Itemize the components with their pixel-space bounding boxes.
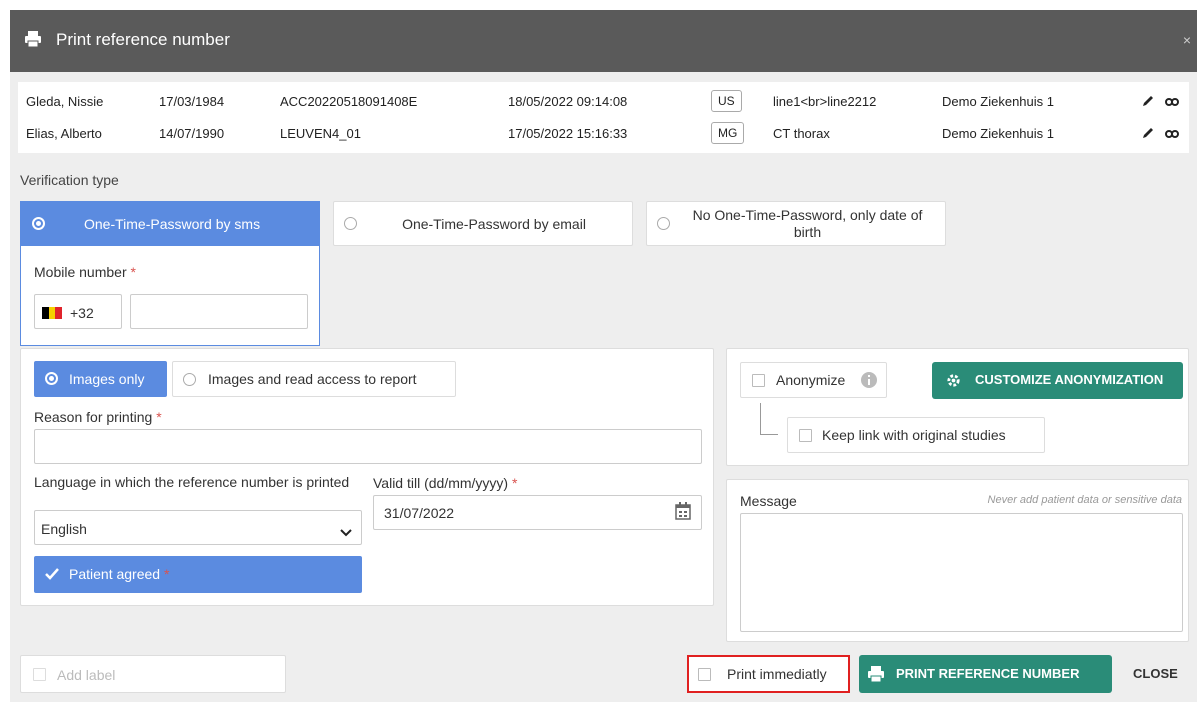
patient-name: Elias, Alberto [26, 126, 102, 141]
table-row: Gleda, Nissie 17/03/1984 ACC202205180914… [18, 87, 1189, 117]
study-description: CT thorax [773, 126, 830, 141]
modality-badge: MG [711, 122, 745, 144]
message-panel: Message Never add patient data or sensit… [726, 479, 1189, 642]
radio-unselected-icon[interactable] [344, 217, 357, 230]
valid-till-input[interactable]: 31/07/2022 [373, 495, 702, 530]
anonymization-panel: Anonymize CUSTOMIZE ANONYMIZATION Keep l… [726, 348, 1189, 466]
calendar-icon[interactable] [675, 502, 691, 523]
valid-till-value: 31/07/2022 [384, 505, 455, 521]
mobile-number-text: Mobile number [34, 264, 127, 280]
study-datetime: 17/05/2022 15:16:33 [508, 126, 628, 141]
required-mark: * [156, 409, 162, 425]
print-reference-number-label: PRINT REFERENCE NUMBER [896, 666, 1080, 681]
dialog-title: Print reference number [56, 30, 230, 49]
patient-dob: 17/03/1984 [159, 94, 225, 109]
institution: Demo Ziekenhuis 1 [942, 94, 1054, 109]
radio-unselected-icon[interactable] [657, 217, 670, 230]
patient-agreed-text: Patient agreed [69, 566, 161, 582]
no-otp-label: No One-Time-Password, only date of birth [692, 207, 923, 240]
images-and-report-option[interactable]: Images and read access to report [172, 361, 456, 397]
institution: Demo Ziekenhuis 1 [942, 126, 1054, 141]
required-mark: * [130, 264, 136, 280]
check-icon [45, 567, 59, 583]
anonymize-label: Anonymize [776, 372, 846, 388]
info-icon[interactable] [861, 372, 877, 391]
patient-agreed-toggle[interactable]: Patient agreed * [34, 556, 362, 593]
print-reference-number-button[interactable]: PRINT REFERENCE NUMBER [859, 655, 1112, 693]
belgium-flag-icon [42, 306, 62, 319]
tree-connector [760, 403, 778, 435]
print-immediately-label: Print immediatly [727, 666, 827, 682]
table-row: Elias, Alberto 14/07/1990 LEUVEN4_01 17/… [18, 119, 1189, 149]
keep-link-checkbox[interactable] [799, 429, 812, 442]
images-only-option[interactable]: Images only [34, 361, 167, 397]
dialog-titlebar: Print reference number × [10, 10, 1197, 72]
close-button[interactable]: CLOSE [1133, 666, 1178, 681]
close-icon[interactable]: × [1183, 32, 1191, 48]
valid-till-label: Valid till (dd/mm/yyyy) * [373, 475, 517, 491]
otp-email-label: One-Time-Password by email [402, 216, 586, 232]
accession-number: LEUVEN4_01 [280, 126, 361, 141]
otp-sms-card: One-Time-Password by sms Mobile number *… [20, 201, 320, 346]
reason-label: Reason for printing * [34, 409, 162, 425]
modality-badge: US [711, 90, 742, 112]
message-textarea[interactable] [740, 513, 1183, 632]
study-description: line1<br>line2212 [773, 94, 877, 109]
mobile-number-label: Mobile number * [34, 264, 136, 280]
patient-agreed-label: Patient agreed * [69, 566, 169, 582]
print-reference-dialog: Print reference number × Gleda, Nissie 1… [10, 10, 1197, 702]
chevron-down-icon [340, 524, 352, 540]
otp-sms-label: One-Time-Password by sms [84, 216, 261, 232]
gear-icon [946, 373, 961, 391]
language-select[interactable]: English [34, 510, 362, 545]
link-icon[interactable] [1164, 126, 1180, 143]
reason-input[interactable] [34, 429, 702, 464]
print-immediately-checkbox[interactable] [698, 668, 711, 681]
pencil-icon[interactable] [1141, 94, 1155, 111]
print-immediately-option[interactable]: Print immediatly [687, 655, 850, 693]
customize-anonymization-label: CUSTOMIZE ANONYMIZATION [975, 372, 1164, 387]
valid-till-text: Valid till (dd/mm/yyyy) [373, 475, 509, 491]
reason-text: Reason for printing [34, 409, 153, 425]
add-label-input[interactable]: Add label [20, 655, 286, 693]
accession-number: ACC20220518091408E [280, 94, 418, 109]
required-mark: * [163, 566, 170, 582]
radio-selected-icon[interactable] [32, 217, 45, 230]
keep-link-label: Keep link with original studies [822, 427, 1006, 443]
link-icon[interactable] [1164, 94, 1180, 111]
pencil-icon[interactable] [1141, 126, 1155, 143]
message-label: Message [740, 493, 797, 509]
language-value: English [41, 521, 87, 537]
images-only-label: Images only [69, 371, 145, 387]
anonymize-checkbox[interactable] [752, 374, 765, 387]
radio-unselected-icon[interactable] [183, 373, 196, 386]
language-label: Language in which the reference number i… [34, 474, 350, 490]
otp-email-option[interactable]: One-Time-Password by email [333, 201, 633, 246]
radio-selected-icon[interactable] [45, 372, 58, 385]
mobile-number-input[interactable] [130, 294, 308, 329]
images-and-report-label: Images and read access to report [208, 371, 417, 387]
message-hint: Never add patient data or sensitive data [987, 494, 1182, 506]
studies-table: Gleda, Nissie 17/03/1984 ACC202205180914… [18, 82, 1189, 153]
no-otp-option[interactable]: No One-Time-Password, only date of birth [646, 201, 946, 246]
printer-icon [867, 665, 885, 686]
add-label-checkbox[interactable] [33, 668, 46, 681]
patient-dob: 14/07/1990 [159, 126, 225, 141]
study-datetime: 18/05/2022 09:14:08 [508, 94, 628, 109]
required-mark: * [511, 475, 518, 491]
anonymize-option[interactable]: Anonymize [740, 362, 887, 398]
print-options-panel: Images only Images and read access to re… [20, 348, 714, 606]
patient-name: Gleda, Nissie [26, 94, 104, 109]
otp-sms-option[interactable]: One-Time-Password by sms [21, 202, 319, 246]
verification-type-label: Verification type [20, 172, 119, 188]
country-code-select[interactable]: +32 [34, 294, 122, 329]
customize-anonymization-button[interactable]: CUSTOMIZE ANONYMIZATION [932, 362, 1183, 399]
keep-link-option[interactable]: Keep link with original studies [787, 417, 1045, 453]
country-code: +32 [70, 305, 94, 321]
add-label-placeholder: Add label [57, 667, 116, 683]
printer-icon [24, 30, 42, 48]
